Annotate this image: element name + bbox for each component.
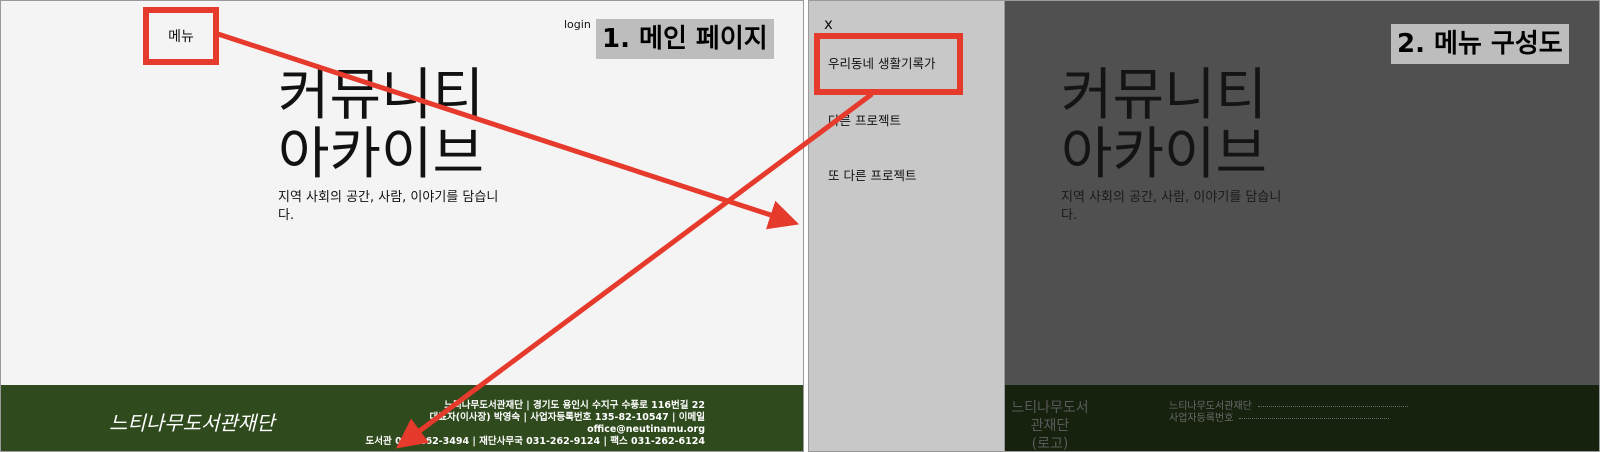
overlay-footer-logo: 느티나무도서관재단 (로고) bbox=[1005, 399, 1095, 452]
menu-page-panel: x 우리동네 생활기록가 다른 프로젝트 또 다른 프로젝트 2. 메뉴 구성도… bbox=[808, 0, 1600, 452]
hero-subtitle: 지역 사회의 공간, 사람, 이야기를 담습니다. bbox=[278, 190, 499, 223]
overlay-hero-subtitle: 지역 사회의 공간, 사람, 이야기를 담습니다. bbox=[1061, 190, 1282, 223]
overlay-footer-label2: 사업자등록번호 bbox=[1169, 413, 1234, 424]
foundation-logo: 느티나무도서관재단 bbox=[109, 411, 275, 435]
overlay-hero-title-line1: 커뮤니티 bbox=[1061, 63, 1268, 128]
login-link[interactable]: login bbox=[564, 18, 591, 31]
overlay-footer-info: 느티나무도서관재단 사업자등록번호 bbox=[1169, 401, 1408, 425]
menu-drawer: x 우리동네 생활기록가 다른 프로젝트 또 다른 프로젝트 bbox=[809, 1, 1005, 451]
footer-info-line3: 도서관 031-262-3494 | 재단사무국 031-262-9124 | … bbox=[365, 436, 705, 447]
main-page-panel: 메뉴 login 1. 메인 페이지 커뮤니티 아카이브 지역 사회의 공간, … bbox=[0, 0, 804, 452]
overlay-footer-label1: 느티나무도서관재단 bbox=[1169, 401, 1252, 412]
menu-item-local-recorder[interactable]: 우리동네 생활기록가 bbox=[828, 53, 935, 72]
dotted-line bbox=[1257, 405, 1408, 407]
overlay-hero-title-line2: 아카이브 bbox=[1061, 122, 1268, 187]
menu-item-another-project[interactable]: 또 다른 프로젝트 bbox=[828, 165, 916, 184]
footer-info-line2: 대표자(이사장) 박영숙 | 사업자등록번호 135-82-10547 | 이메… bbox=[429, 412, 705, 435]
hero-title-line2: 아카이브 bbox=[278, 122, 485, 187]
footer: 느티나무도서관재단 느티나무도서관재단 | 경기도 용인시 수지구 수풍로 11… bbox=[1, 385, 803, 451]
section-tag-menu: 2. 메뉴 구성도 bbox=[1391, 24, 1569, 64]
section-tag-main: 1. 메인 페이지 bbox=[596, 19, 774, 59]
footer-info: 느티나무도서관재단 | 경기도 용인시 수지구 수풍로 116번길 22 대표자… bbox=[313, 400, 705, 448]
menu-item-other-project[interactable]: 다른 프로젝트 bbox=[828, 110, 901, 129]
footer-info-line1: 느티나무도서관재단 | 경기도 용인시 수지구 수풍로 116번길 22 bbox=[444, 400, 705, 411]
hero-title-line1: 커뮤니티 bbox=[278, 63, 485, 128]
close-menu-button[interactable]: x bbox=[824, 15, 833, 33]
menu-button[interactable]: 메뉴 bbox=[143, 7, 219, 65]
overlay-footer-logo-text: 느티나무도서관재단 bbox=[1011, 400, 1089, 434]
overlay-footer-logo-note: (로고) bbox=[1031, 436, 1069, 452]
overlay-footer: 느티나무도서관재단 (로고) 느티나무도서관재단 사업자등록번호 bbox=[1005, 385, 1599, 452]
menu-button-label: 메뉴 bbox=[168, 29, 194, 45]
dotted-line bbox=[1239, 417, 1390, 419]
